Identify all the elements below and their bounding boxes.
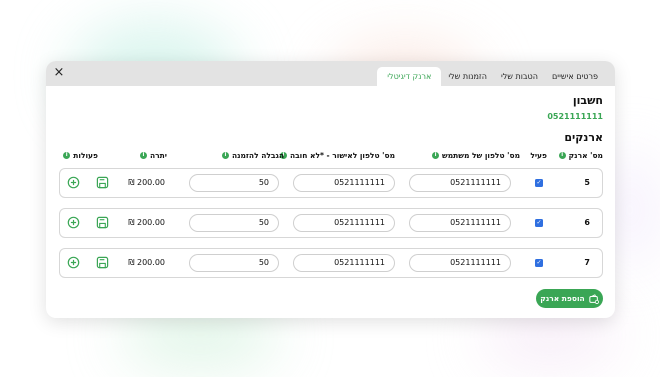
tab-my-orders[interactable]: הזמנות שלי (441, 67, 494, 86)
wallet-number: 6 (584, 218, 590, 227)
add-wallet-label: הוספת ארנק (540, 294, 585, 303)
plus-circle-icon[interactable] (67, 216, 80, 229)
col-label: מס' טלפון של משתמש (442, 151, 520, 160)
order-limit-input[interactable]: 50 (189, 254, 279, 272)
account-title: חשבון (572, 94, 603, 107)
col-header-balance: i יתרה (140, 151, 167, 160)
approval-phone-input[interactable]: 0521111111 (293, 214, 395, 232)
balance-value: ₪ 200.00 (128, 258, 165, 267)
modal-header: × פרטים אישיים הטבות שלי הזמנות שלי ארנק… (46, 61, 615, 86)
col-header-wallet-num: i מס' ארנק (558, 151, 603, 160)
approval-phone-input[interactable]: 0521111111 (293, 254, 395, 272)
tab-personal-details[interactable]: פרטים אישיים (545, 67, 605, 86)
balance-value: ₪ 200.00 (128, 218, 165, 227)
active-checkbox[interactable]: ✓ (535, 219, 543, 227)
wallet-modal: × פרטים אישיים הטבות שלי הזמנות שלי ארנק… (46, 61, 615, 318)
tab-bar: פרטים אישיים הטבות שלי הזמנות שלי ארנק ד… (377, 67, 605, 86)
balance-value: ₪ 200.00 (128, 178, 165, 187)
col-label: מס' ארנק (568, 151, 603, 160)
info-icon: i (558, 152, 566, 159)
wallet-number: 7 (584, 258, 590, 267)
order-limit-input[interactable]: 50 (189, 214, 279, 232)
wallet-number: 5 (584, 178, 590, 187)
col-label: פעולות (73, 151, 98, 160)
save-icon[interactable] (96, 256, 109, 269)
info-icon: i (221, 152, 229, 159)
col-header-active: פעיל (530, 151, 547, 160)
wallet-row: 6 ✓ 0521111111 0521111111 50 ₪ 200.00 (59, 208, 603, 238)
wallet-row: 7 ✓ 0521111111 0521111111 50 ₪ 200.00 (59, 248, 603, 278)
plus-circle-icon[interactable] (67, 256, 80, 269)
plus-circle-icon[interactable] (67, 176, 80, 189)
active-checkbox[interactable]: ✓ (535, 179, 543, 187)
save-icon[interactable] (96, 176, 109, 189)
wallets-title: ארנקים (564, 131, 603, 144)
tab-my-benefits[interactable]: הטבות שלי (494, 67, 545, 86)
info-icon: i (140, 152, 147, 159)
active-checkbox[interactable]: ✓ (535, 259, 543, 267)
add-wallet-button[interactable]: הוספת ארנק (536, 289, 603, 308)
col-label: פעיל (530, 151, 547, 160)
col-label: מס' טלפון לאישור - *לא חובה (289, 151, 395, 160)
info-icon: i (432, 152, 440, 159)
user-phone-input[interactable]: 0521111111 (409, 174, 511, 192)
wallet-add-icon (589, 293, 599, 304)
user-phone-input[interactable]: 0521111111 (409, 254, 511, 272)
col-header-order-limit: i הגבלה להזמנה (221, 151, 284, 160)
col-header-actions: i פעולות (63, 151, 98, 160)
info-icon: i (63, 152, 71, 159)
col-header-approval-phone: i מס' טלפון לאישור - *לא חובה (279, 151, 395, 160)
tab-digital-wallet[interactable]: ארנק דיגיטלי (377, 67, 442, 86)
wallet-row: 5 ✓ 0521111111 0521111111 50 ₪ 200.00 (59, 168, 603, 198)
col-label: יתרה (150, 151, 167, 160)
account-number: 0521111111 (547, 112, 603, 121)
close-icon[interactable]: × (51, 65, 67, 81)
order-limit-input[interactable]: 50 (189, 174, 279, 192)
user-phone-input[interactable]: 0521111111 (409, 214, 511, 232)
col-header-user-phone: i מס' טלפון של משתמש (432, 151, 520, 160)
col-label: הגבלה להזמנה (231, 151, 284, 160)
approval-phone-input[interactable]: 0521111111 (293, 174, 395, 192)
save-icon[interactable] (96, 216, 109, 229)
